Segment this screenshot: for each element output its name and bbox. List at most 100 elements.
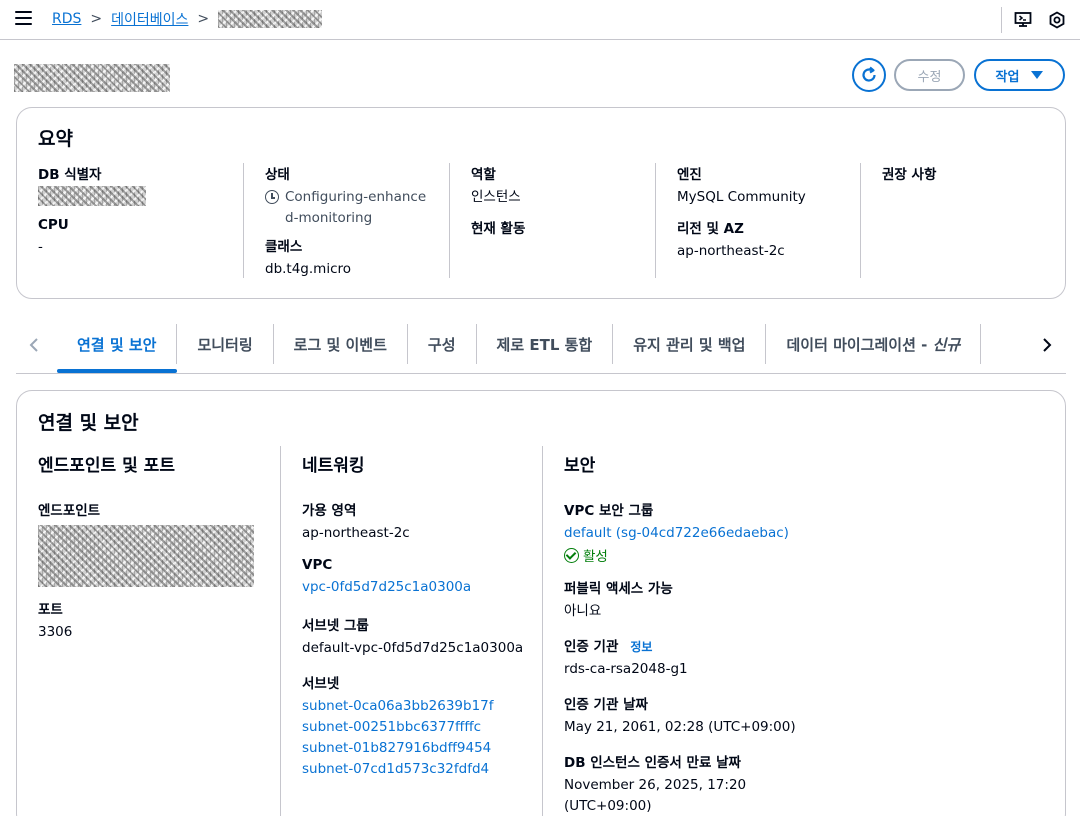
endpoint-port-heading: 엔드포인트 및 포트 bbox=[38, 456, 175, 476]
vpc-security-group-link[interactable]: default (sg-04cd722e66edaebac) bbox=[564, 523, 789, 544]
recommendations-label: 권장 사항 bbox=[882, 167, 937, 183]
settings-icon[interactable] bbox=[1046, 9, 1068, 31]
engine-value: MySQL Community bbox=[677, 189, 806, 205]
role-label: 역할 bbox=[471, 167, 496, 183]
cert-expiry-timezone: (UTC+09:00) bbox=[564, 798, 652, 814]
ca-date-value: May 21, 2061, 02:28 (UTC+09:00) bbox=[564, 719, 796, 735]
vpc-label: VPC bbox=[302, 557, 333, 573]
vpc-link[interactable]: vpc-0fd5d7d25c1a0300a bbox=[302, 577, 471, 598]
region-az-label: 리전 및 AZ bbox=[677, 221, 744, 237]
breadcrumb: RDS > 데이터베이스 > bbox=[52, 9, 323, 29]
status-text: Configuring-enhanced-monitoring bbox=[285, 189, 427, 226]
connectivity-security-card: 연결 및 보안 엔드포인트 및 포트 엔드포인트 포트 3306 네트워킹 가용… bbox=[16, 390, 1066, 816]
subnet-link[interactable]: subnet-07cd1d573c32fdfd4 bbox=[302, 759, 494, 780]
db-identifier-label: DB 식별자 bbox=[38, 167, 102, 183]
chevron-right-icon bbox=[1043, 338, 1052, 352]
tabs-scroll-right-button[interactable] bbox=[1037, 335, 1057, 355]
connectivity-title: 연결 및 보안 bbox=[38, 412, 139, 434]
actions-dropdown-button[interactable]: 작업 bbox=[974, 59, 1065, 91]
breadcrumb-rds-link[interactable]: RDS bbox=[52, 11, 81, 27]
endpoint-value-redacted bbox=[38, 525, 254, 587]
new-badge: 신규 bbox=[932, 335, 961, 354]
tab-list: 연결 및 보안 모니터링 로그 및 이벤트 구성 제로 ETL 통합 유지 관리… bbox=[57, 324, 1002, 373]
ca-info-link[interactable]: 정보 bbox=[630, 640, 652, 654]
cpu-label: CPU bbox=[38, 217, 69, 233]
tab-data-migration-label: 데이터 마이그레이션 - bbox=[786, 335, 928, 354]
actions-label: 작업 bbox=[995, 68, 1020, 84]
tab-zero-etl[interactable]: 제로 ETL 통합 bbox=[477, 324, 614, 364]
db-identifier-redacted bbox=[38, 186, 146, 206]
refresh-button[interactable] bbox=[852, 58, 886, 92]
breadcrumb-current-redacted bbox=[218, 10, 323, 28]
summary-column-role: 역할 인스턴스 현재 활동 bbox=[449, 163, 655, 278]
port-label: 포트 bbox=[38, 602, 63, 618]
public-access-value: 아니요 bbox=[564, 603, 602, 619]
tab-logs-events[interactable]: 로그 및 이벤트 bbox=[274, 324, 408, 364]
tab-monitoring[interactable]: 모니터링 bbox=[177, 324, 274, 364]
summary-column-status: 상태 Configuring-enhanced-monitoring 클래스 d… bbox=[243, 163, 449, 278]
tab-data-migration[interactable]: 데이터 마이그레이션 - 신규 bbox=[766, 324, 982, 364]
summary-column-engine: 엔진 MySQL Community 리전 및 AZ ap-northeast-… bbox=[655, 163, 860, 278]
security-column: 보안 VPC 보안 그룹 default (sg-04cd722e66edaeb… bbox=[542, 446, 1042, 816]
subnet-group-value: default-vpc-0fd5d7d25c1a0300a bbox=[302, 640, 524, 656]
tab-connectivity-security[interactable]: 연결 및 보안 bbox=[57, 324, 178, 364]
divider bbox=[1001, 7, 1002, 33]
tabs-scroll-left-button[interactable] bbox=[24, 335, 44, 355]
check-circle-icon bbox=[564, 547, 579, 563]
subnet-link[interactable]: subnet-0ca06a3bb2639b17f bbox=[302, 696, 494, 717]
endpoint-port-column: 엔드포인트 및 포트 엔드포인트 포트 3306 bbox=[38, 446, 280, 816]
tab-maintenance-backup[interactable]: 유지 관리 및 백업 bbox=[613, 324, 767, 364]
clock-icon bbox=[265, 190, 279, 204]
top-navigation-bar: RDS > 데이터베이스 > bbox=[0, 0, 1080, 40]
chevron-left-icon bbox=[29, 338, 38, 352]
networking-heading: 네트워킹 bbox=[302, 456, 365, 476]
class-label: 클래스 bbox=[265, 239, 303, 255]
networking-column: 네트워킹 가용 영역 ap-northeast-2c VPC vpc-0fd5d… bbox=[280, 446, 542, 816]
summary-title: 요약 bbox=[38, 128, 73, 150]
security-group-status: 활성 bbox=[564, 545, 789, 565]
summary-card: 요약 DB 식별자 CPU - 상태 Configuring-enhanced-… bbox=[16, 107, 1066, 299]
menu-icon[interactable] bbox=[15, 11, 32, 25]
refresh-icon bbox=[862, 66, 876, 82]
tab-configuration[interactable]: 구성 bbox=[408, 324, 477, 364]
breadcrumb-databases-link[interactable]: 데이터베이스 bbox=[111, 9, 188, 29]
page-title-redacted bbox=[14, 64, 170, 92]
summary-column-identifier: DB 식별자 CPU - bbox=[38, 163, 243, 278]
active-tab-indicator bbox=[57, 369, 177, 373]
feedback-icon[interactable] bbox=[1012, 9, 1034, 31]
summary-column-recommendations: 권장 사항 bbox=[860, 163, 1060, 278]
certificate-authority-label: 인증 기관 정보 bbox=[564, 635, 688, 655]
cpu-value: - bbox=[38, 239, 43, 255]
region-az-value: ap-northeast-2c bbox=[677, 243, 785, 259]
top-right-tools bbox=[1001, 0, 1080, 40]
header-actions: 수정 작업 bbox=[852, 58, 1065, 92]
ca-date-label: 인증 기관 날짜 bbox=[564, 697, 648, 713]
chevron-right-icon: > bbox=[90, 11, 103, 27]
az-value: ap-northeast-2c bbox=[302, 525, 410, 541]
status-label: 상태 bbox=[265, 167, 290, 183]
certificate-authority-value: rds-ca-rsa2048-g1 bbox=[564, 661, 688, 677]
role-value: 인스턴스 bbox=[471, 189, 521, 205]
port-value: 3306 bbox=[38, 624, 73, 640]
class-value: db.t4g.micro bbox=[265, 261, 352, 277]
subnet-link[interactable]: subnet-01b827916bdff9454 bbox=[302, 738, 494, 759]
caret-down-icon bbox=[1031, 71, 1044, 79]
vpc-security-group-label: VPC 보안 그룹 bbox=[564, 503, 654, 519]
subnet-group-label: 서브넷 그룹 bbox=[302, 618, 369, 634]
modify-button[interactable]: 수정 bbox=[894, 59, 965, 91]
cert-expiry-value: November 26, 2025, 17:20 bbox=[564, 777, 747, 793]
tab-tags[interactable]: 태 bbox=[981, 324, 1002, 364]
endpoint-label: 엔드포인트 bbox=[38, 503, 101, 519]
subnet-list: subnet-0ca06a3bb2639b17f subnet-00251bbc… bbox=[302, 696, 494, 780]
chevron-right-icon: > bbox=[197, 11, 210, 27]
subnet-link[interactable]: subnet-00251bbc6377ffffc bbox=[302, 717, 494, 738]
az-label: 가용 영역 bbox=[302, 503, 357, 519]
status-value: Configuring-enhanced-monitoring bbox=[265, 187, 427, 229]
subnets-label: 서브넷 bbox=[302, 676, 340, 692]
security-heading: 보안 bbox=[564, 456, 596, 476]
detail-tabs: 연결 및 보안 모니터링 로그 및 이벤트 구성 제로 ETL 통합 유지 관리… bbox=[16, 324, 1066, 374]
ca-label-text: 인증 기관 bbox=[564, 639, 619, 655]
cert-expiry-label: DB 인스턴스 인증서 만료 날짜 bbox=[564, 755, 741, 771]
engine-label: 엔진 bbox=[677, 167, 702, 183]
status-active-text: 활성 bbox=[583, 549, 608, 565]
